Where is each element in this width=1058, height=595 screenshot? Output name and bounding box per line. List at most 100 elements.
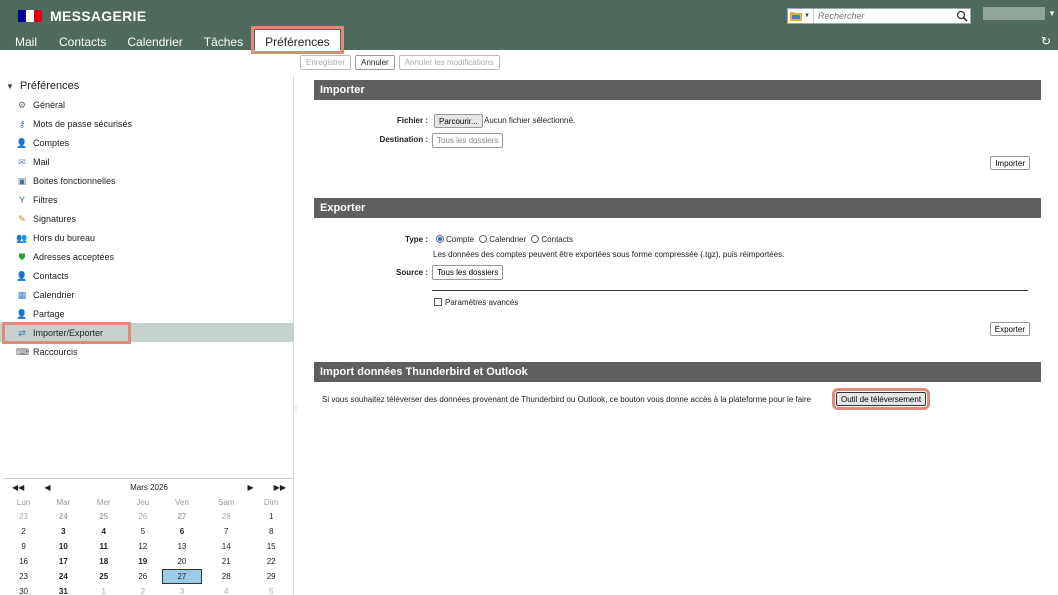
type-label: Type : bbox=[405, 235, 428, 244]
tab-preferences[interactable]: Préférences bbox=[251, 26, 344, 54]
next-month-icon[interactable]: ▶ bbox=[248, 483, 254, 492]
search-scope-dropdown[interactable]: ▼ bbox=[788, 9, 814, 23]
calendar-day-today[interactable]: 27 bbox=[161, 569, 203, 584]
calendar-day[interactable]: 4 bbox=[84, 524, 124, 539]
sidebar-item-label: Filtres bbox=[33, 194, 58, 205]
calendar-day[interactable]: 15 bbox=[250, 539, 292, 554]
radio-account[interactable]: Compte bbox=[436, 235, 474, 244]
calendar-day[interactable]: 29 bbox=[250, 569, 292, 584]
chevron-down-icon[interactable]: ▼ bbox=[1048, 9, 1056, 18]
radio-button[interactable] bbox=[531, 235, 540, 243]
calendar-month-label: Mars 2026 bbox=[130, 483, 168, 492]
flag-blue bbox=[18, 10, 26, 22]
search-input[interactable] bbox=[814, 11, 954, 21]
advanced-checkbox[interactable] bbox=[434, 298, 442, 306]
calendar-day[interactable]: 26 bbox=[124, 509, 162, 524]
calendar-day[interactable]: 17 bbox=[43, 554, 83, 569]
calendar-day[interactable]: 1 bbox=[250, 509, 292, 524]
splitter-handle[interactable]: ⋮ bbox=[292, 405, 300, 414]
sidebar-item-functional-boxes[interactable]: ▣ Boites fonctionnelles bbox=[0, 171, 294, 190]
calendar-day[interactable]: 24 bbox=[43, 569, 83, 584]
sidebar-item-passwords[interactable]: ⚷ Mots de passe sécurisés bbox=[0, 114, 294, 133]
radio-button[interactable] bbox=[436, 235, 444, 243]
refresh-icon[interactable]: ↻ bbox=[1041, 34, 1051, 48]
source-select[interactable]: Tous les dossiers bbox=[432, 265, 504, 280]
calendar-day[interactable]: 9 bbox=[4, 539, 43, 554]
calendar-day[interactable]: 5 bbox=[250, 584, 292, 595]
calendar-day[interactable]: 1 bbox=[84, 584, 124, 595]
radio-contacts[interactable]: Contacts bbox=[531, 235, 573, 244]
sidebar-item-signatures[interactable]: ✎ Signatures bbox=[0, 209, 294, 228]
calendar-day[interactable]: 11 bbox=[84, 539, 124, 554]
sidebar-item-shortcuts[interactable]: ⌨ Raccourcis bbox=[0, 342, 294, 361]
calendar-day[interactable]: 26 bbox=[124, 569, 162, 584]
radio-button[interactable] bbox=[479, 235, 488, 243]
sidebar-item-import-export[interactable]: ⇄ Importer/Exporter bbox=[0, 321, 294, 344]
next-year-icon[interactable]: ▶▶ bbox=[274, 483, 286, 492]
sidebar-item-filters[interactable]: Y Filtres bbox=[0, 190, 294, 209]
export-button[interactable]: Exporter bbox=[989, 322, 1030, 336]
calendar-day[interactable]: 12 bbox=[124, 539, 162, 554]
calendar-day[interactable]: 23 bbox=[4, 569, 43, 584]
sidebar-item-accepted-addresses[interactable]: ⛊ Adresses acceptées bbox=[0, 247, 294, 266]
prev-year-icon[interactable]: ◀◀ bbox=[12, 483, 24, 492]
calendar-day[interactable]: 2 bbox=[4, 524, 43, 539]
sidebar-item-accounts[interactable]: 👤 Comptes bbox=[0, 133, 294, 152]
calendar-day[interactable]: 25 bbox=[84, 509, 124, 524]
calendar-day[interactable]: 27 bbox=[162, 509, 202, 524]
sidebar-item-out-of-office[interactable]: 👥 Hors du bureau bbox=[0, 228, 294, 247]
calendar-day[interactable]: 7 bbox=[202, 524, 250, 539]
sidebar-item-calendar[interactable]: ▦ Calendrier bbox=[0, 285, 294, 304]
calendar-day[interactable]: 22 bbox=[250, 554, 292, 569]
calendar-day[interactable]: 18 bbox=[84, 554, 124, 569]
tab-tasks[interactable]: Tâches bbox=[204, 30, 243, 50]
calendar-day[interactable]: 13 bbox=[162, 539, 202, 554]
calendar-day[interactable]: 4 bbox=[202, 584, 250, 595]
sidebar-item-label: Mail bbox=[33, 156, 50, 167]
calendar-day[interactable]: 21 bbox=[202, 554, 250, 569]
calendar-day[interactable]: 5 bbox=[124, 524, 162, 539]
calendar-day[interactable]: 10 bbox=[43, 539, 83, 554]
tab-contacts[interactable]: Contacts bbox=[59, 30, 106, 50]
divider bbox=[432, 290, 1028, 291]
calendar-day[interactable]: 25 bbox=[84, 569, 124, 584]
tab-mail[interactable]: Mail bbox=[15, 30, 37, 50]
calendar-day[interactable]: 23 bbox=[4, 509, 43, 524]
calendar-header: ◀◀ ◀ Mars 2026 ▶ ▶▶ bbox=[4, 478, 294, 496]
upload-tool-button[interactable]: Outil de téléversement bbox=[831, 388, 931, 410]
cancel-button[interactable]: Annuler bbox=[355, 55, 395, 70]
calendar-day[interactable]: 31 bbox=[43, 584, 83, 595]
calendar-day[interactable]: 14 bbox=[202, 539, 250, 554]
calendar-day[interactable]: 2 bbox=[124, 584, 162, 595]
cancel-changes-button[interactable]: Annuler les modifications bbox=[398, 55, 500, 70]
destination-select[interactable]: Tous les dossiers bbox=[432, 133, 504, 148]
calendar-day[interactable]: 28 bbox=[202, 569, 250, 584]
calendar-day[interactable]: 16 bbox=[4, 554, 43, 569]
sidebar-item-contacts[interactable]: 👤 Contacts bbox=[0, 266, 294, 285]
calendar-day[interactable]: 3 bbox=[43, 524, 83, 539]
save-button[interactable]: Enregistrer bbox=[300, 55, 352, 70]
user-menu[interactable] bbox=[983, 7, 1045, 20]
radio-calendar[interactable]: Calendrier bbox=[479, 235, 526, 244]
sidebar-item-sharing[interactable]: 👤 Partage bbox=[0, 304, 294, 323]
calendar-day[interactable]: 6 bbox=[162, 524, 202, 539]
mailbox-icon: ▣ bbox=[17, 175, 27, 186]
sidebar-item-label: Calendrier bbox=[33, 289, 75, 300]
calendar-day[interactable]: 3 bbox=[162, 584, 202, 595]
calendar-day[interactable]: 20 bbox=[162, 554, 202, 569]
prev-month-icon[interactable]: ◀ bbox=[44, 483, 50, 492]
calendar-day[interactable]: 24 bbox=[43, 509, 83, 524]
sidebar-item-general[interactable]: ⚙ Général bbox=[0, 95, 294, 114]
calendar-day[interactable]: 19 bbox=[124, 554, 162, 569]
browse-button[interactable]: Parcourir... bbox=[434, 114, 483, 128]
advanced-options[interactable]: Paramètres avancés bbox=[434, 298, 518, 307]
sidebar-header[interactable]: ▼ Préférences bbox=[6, 80, 79, 92]
collapse-triangle-icon[interactable]: ▼ bbox=[6, 82, 14, 91]
calendar-day[interactable]: 28 bbox=[202, 509, 250, 524]
calendar-day[interactable]: 30 bbox=[4, 584, 43, 595]
calendar-day[interactable]: 8 bbox=[250, 524, 292, 539]
search-icon[interactable] bbox=[956, 10, 968, 22]
import-button[interactable]: Importer bbox=[990, 156, 1030, 170]
tab-calendar[interactable]: Calendrier bbox=[127, 30, 182, 50]
sidebar-item-mail[interactable]: ✉ Mail bbox=[0, 152, 294, 171]
